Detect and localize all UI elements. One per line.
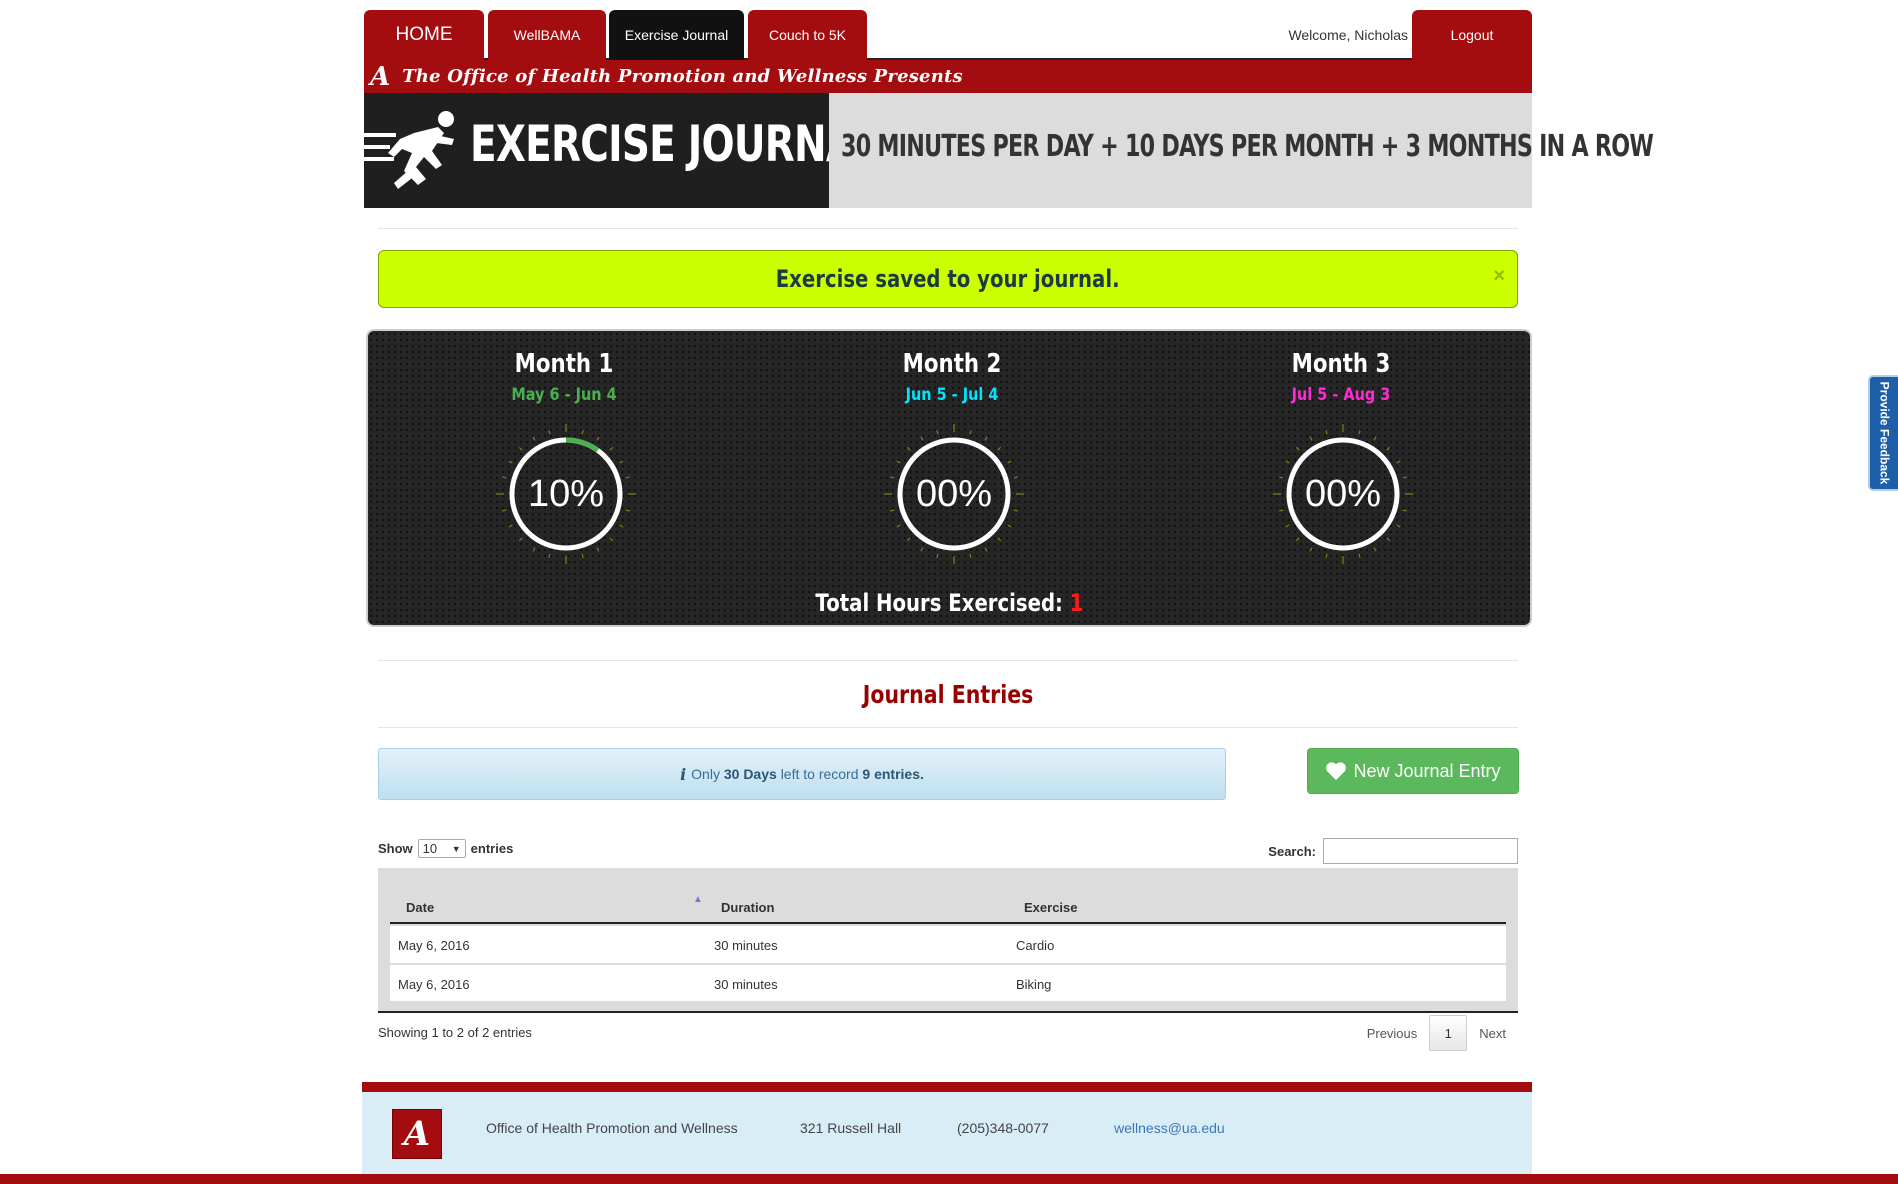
ua-logo-icon: A	[370, 61, 391, 92]
month-1-gauge: 10%	[491, 419, 641, 569]
month-2-gauge: 00%	[879, 419, 1029, 569]
ua-footer-logo-icon: A	[392, 1109, 442, 1159]
month-name: Month 1	[514, 349, 614, 379]
month-range: Jun 5 - Jul 4	[905, 385, 999, 405]
chevron-down-icon: ▼	[451, 843, 461, 854]
cell-duration: 30 minutes	[714, 938, 778, 953]
journal-title: Journal Entries	[862, 679, 1034, 709]
footer-phone: (205)348-0077	[957, 1120, 1049, 1136]
total-hours-label: Total Hours Exercised:	[814, 589, 1063, 617]
month-name: Month 3	[1291, 349, 1391, 379]
logout-button[interactable]: Logout	[1412, 10, 1532, 60]
search-input[interactable]	[1323, 838, 1518, 864]
total-hours: Total Hours Exercised: 1	[368, 589, 1530, 617]
sort-asc-icon[interactable]: ▲	[693, 894, 703, 905]
info-pre: Only	[691, 766, 720, 782]
info-entries: 9 entries.	[862, 766, 924, 782]
cell-date: May 6, 2016	[398, 938, 470, 953]
page-1-button[interactable]: 1	[1429, 1015, 1468, 1051]
month-range: Jul 5 - Aug 3	[1291, 385, 1391, 405]
page-length-select[interactable]: 10 ▼	[417, 839, 466, 858]
journal-title-bar: Journal Entries	[378, 660, 1518, 728]
banner-slogan-block: 30 MINUTES PER DAY + 10 DAYS PER MONTH +…	[829, 93, 1654, 208]
footer-org: Office of Health Promotion and Wellness	[486, 1120, 738, 1136]
column-header-exercise[interactable]: Exercise	[1024, 900, 1078, 915]
month-1-header: Month 1 May 6 - Jun 4	[414, 349, 714, 405]
footer-email-link[interactable]: wellness@ua.edu	[1114, 1120, 1225, 1136]
cell-date: May 6, 2016	[398, 977, 470, 992]
footer-address: 321 Russell Hall	[800, 1120, 902, 1136]
column-header-date[interactable]: Date	[406, 900, 434, 915]
exercise-journal-title: EXERCISE JOURNAL	[470, 115, 880, 173]
table-header: Date ▲ Duration Exercise	[390, 882, 1506, 924]
banner: EXERCISE JOURNAL 30 MINUTES PER DAY + 10…	[364, 93, 1654, 208]
presents-strip: A The Office of Health Promotion and Wel…	[364, 60, 1532, 93]
table-search: Search:	[1268, 838, 1518, 864]
close-icon[interactable]: ×	[1493, 265, 1505, 288]
page-length-control: Show 10 ▼ entries	[378, 839, 513, 858]
gauge-percent: 00%	[915, 472, 993, 515]
entries-info-box: i Only 30 Days left to record 9 entries.	[378, 748, 1226, 800]
previous-page-button[interactable]: Previous	[1355, 1026, 1430, 1041]
cell-exercise: Biking	[1016, 977, 1052, 992]
gauge-percent: 00%	[1304, 472, 1382, 515]
entries-label: entries	[470, 841, 514, 856]
slogan-text: 30 MINUTES PER DAY + 10 DAYS PER MONTH +…	[841, 129, 1654, 164]
table-row[interactable]: May 6, 2016 30 minutes Cardio	[390, 926, 1506, 963]
runner-icon	[364, 111, 454, 189]
gauge-percent: 10%	[527, 472, 605, 515]
welcome-text: Welcome, Nicholas	[1288, 27, 1408, 43]
table-info: Showing 1 to 2 of 2 entries	[378, 1025, 532, 1040]
page-container: HOME WellBAMA Exercise Journal Couch to …	[364, 0, 1654, 1051]
cell-duration: 30 minutes	[714, 977, 778, 992]
nav-wellbama-tab[interactable]: WellBAMA	[488, 10, 606, 60]
show-label: Show	[378, 841, 413, 856]
provide-feedback-tab[interactable]: Provide Feedback	[1868, 375, 1898, 491]
footer: A Office of Health Promotion and Wellnes…	[362, 1082, 1532, 1184]
new-journal-entry-label: New Journal Entry	[1353, 760, 1501, 781]
bottom-bar	[0, 1174, 1898, 1184]
month-name: Month 2	[902, 349, 1002, 379]
search-label: Search:	[1268, 843, 1316, 859]
page-length-value: 10	[422, 841, 438, 856]
feedback-label: Provide Feedback	[1877, 381, 1891, 485]
heart-icon	[1326, 762, 1347, 781]
next-page-button[interactable]: Next	[1467, 1026, 1518, 1041]
new-journal-entry-button[interactable]: New Journal Entry	[1307, 748, 1519, 794]
nav-exercise-journal-tab[interactable]: Exercise Journal	[609, 10, 744, 60]
info-days: 30 Days	[723, 766, 777, 782]
nav-home-tab[interactable]: HOME	[364, 10, 484, 60]
table-row[interactable]: May 6, 2016 30 minutes Biking	[390, 964, 1506, 1001]
success-alert: Exercise saved to your journal. ×	[378, 250, 1518, 308]
info-icon: i	[680, 764, 687, 784]
divider	[378, 228, 1518, 229]
month-3-gauge: 00%	[1268, 419, 1418, 569]
month-3-header: Month 3 Jul 5 - Aug 3	[1191, 349, 1491, 405]
presents-text: The Office of Health Promotion and Welln…	[402, 66, 963, 87]
cell-exercise: Cardio	[1016, 938, 1055, 953]
column-header-duration[interactable]: Duration	[721, 900, 774, 915]
progress-panel: Month 1 May 6 - Jun 4 Month 2 Jun 5 - Ju…	[366, 329, 1532, 627]
total-hours-value: 1	[1069, 589, 1084, 617]
month-2-header: Month 2 Jun 5 - Jul 4	[802, 349, 1102, 405]
info-mid: left to record	[780, 766, 859, 782]
nav-couch-to-5k-tab[interactable]: Couch to 5K	[748, 10, 867, 60]
pagination: Previous 1 Next	[1355, 1015, 1518, 1051]
journal-table: Date ▲ Duration Exercise May 6, 2016 30 …	[378, 868, 1518, 1013]
top-nav: HOME WellBAMA Exercise Journal Couch to …	[364, 0, 1532, 60]
month-range: May 6 - Jun 4	[511, 385, 617, 405]
alert-message: Exercise saved to your journal.	[776, 265, 1120, 293]
banner-title-block: EXERCISE JOURNAL	[364, 93, 880, 208]
